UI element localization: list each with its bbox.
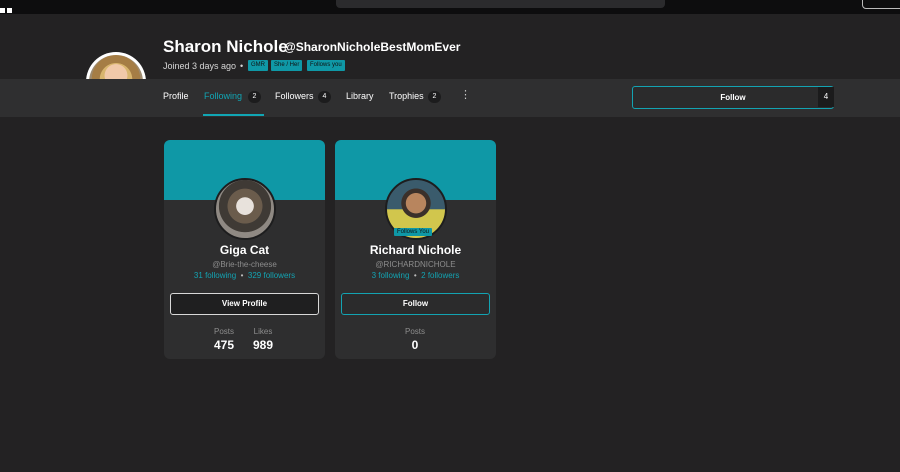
- user-avatar[interactable]: [214, 178, 276, 240]
- following-label[interactable]: following: [205, 271, 236, 280]
- tab-followers[interactable]: Followers: [275, 91, 314, 101]
- posts-value: 0: [411, 338, 419, 352]
- likes-label: Likes: [253, 327, 273, 336]
- user-name[interactable]: Richard Nichole: [335, 243, 496, 257]
- posts-metric: Posts 475: [214, 327, 234, 352]
- tab-following[interactable]: Following: [204, 91, 242, 101]
- separator-dot: •: [240, 61, 244, 71]
- posts-value: 475: [214, 338, 235, 352]
- view-profile-button[interactable]: View Profile: [170, 293, 319, 315]
- tab-trophies[interactable]: Trophies: [389, 91, 424, 101]
- posts-label: Posts: [214, 327, 235, 336]
- likes-metric: Likes 989: [253, 327, 273, 352]
- profile-handle: @SharonNicholeBestMomEver: [284, 40, 461, 54]
- posts-label: Posts: [405, 327, 426, 336]
- follow-user-button[interactable]: Follow: [341, 293, 490, 315]
- followers-label[interactable]: followers: [428, 271, 460, 280]
- badge-follows-you: Follows you: [307, 60, 345, 71]
- following-count: 2: [248, 91, 261, 103]
- badge-pronouns: She / Her: [271, 60, 303, 71]
- followers-label[interactable]: followers: [264, 271, 296, 280]
- user-card: Follows You Richard Nichole @RICHARDNICH…: [335, 140, 496, 359]
- user-stats: 31 following • 329 followers: [193, 271, 296, 280]
- trophies-count: 2: [428, 91, 441, 103]
- follow-button[interactable]: Follow: [632, 86, 834, 109]
- posts-metric: Posts 0: [405, 327, 425, 352]
- profile-name: Sharon Nichole: [163, 37, 288, 56]
- followers-number[interactable]: 329: [248, 271, 261, 280]
- top-right-button[interactable]: [862, 0, 900, 9]
- user-stats: 3 following • 2 followers: [371, 271, 460, 280]
- user-handle: @RICHARDNICHOLE: [375, 260, 456, 269]
- tab-profile[interactable]: Profile: [163, 91, 189, 101]
- followers-number[interactable]: 2: [421, 271, 425, 280]
- user-card: Giga Cat @Brie-the-cheese 31 following •…: [164, 140, 325, 359]
- active-tab-indicator: [203, 114, 264, 116]
- joined-text: Joined 3 days ago: [163, 61, 237, 71]
- badge-gmr: GMR: [248, 60, 268, 71]
- user-handle: @Brie-the-cheese: [212, 260, 277, 269]
- more-vertical-icon[interactable]: ⋮: [460, 88, 471, 101]
- followers-count: 4: [318, 91, 331, 103]
- user-name[interactable]: Giga Cat: [164, 243, 325, 257]
- likes-value: 989: [253, 338, 274, 352]
- following-label[interactable]: following: [378, 271, 409, 280]
- tab-library[interactable]: Library: [346, 91, 374, 101]
- following-number[interactable]: 31: [194, 271, 203, 280]
- follows-you-badge: Follows You: [394, 228, 433, 236]
- site-logo[interactable]: [0, 0, 20, 13]
- following-number[interactable]: 3: [372, 271, 376, 280]
- search-input[interactable]: [336, 0, 665, 8]
- follow-button-count: 4: [818, 87, 834, 107]
- top-bar: [0, 0, 900, 14]
